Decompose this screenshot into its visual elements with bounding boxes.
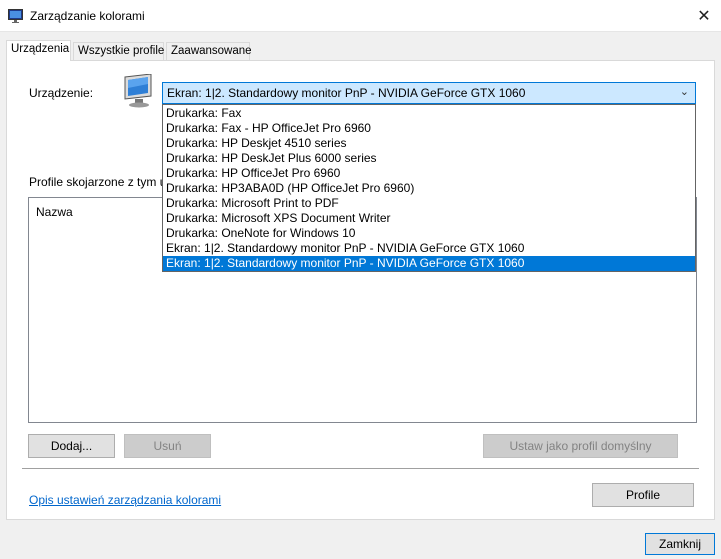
- close-button[interactable]: Zamknij: [645, 533, 715, 555]
- close-button-label: Zamknij: [658, 537, 701, 551]
- profiles-button-label: Profile: [625, 488, 660, 502]
- color-management-app-icon: [8, 9, 23, 23]
- title-bar: Zarządzanie kolorami ✕: [0, 0, 721, 32]
- dropdown-option[interactable]: Drukarka: Fax: [163, 106, 695, 121]
- device-label: Urządzenie:: [29, 86, 94, 100]
- dropdown-option[interactable]: Ekran: 1|2. Standardowy monitor PnP - NV…: [163, 241, 695, 256]
- column-header-name[interactable]: Nazwa: [36, 205, 73, 219]
- device-combobox-value: Ekran: 1|2. Standardowy monitor PnP - NV…: [167, 86, 526, 100]
- remove-button-label: Usuń: [153, 439, 182, 453]
- remove-button[interactable]: Usuń: [124, 434, 211, 458]
- associated-profiles-label: Profile skojarzone z tym u: [29, 175, 167, 189]
- tab-advanced-label: Zaawansowane: [171, 45, 252, 57]
- set-default-profile-button[interactable]: Ustaw jako profil domyślny: [483, 434, 678, 458]
- separator: [22, 468, 699, 469]
- dropdown-option[interactable]: Drukarka: OneNote for Windows 10: [163, 226, 695, 241]
- device-dropdown-list: Drukarka: Fax Drukarka: Fax - HP OfficeJ…: [162, 104, 696, 272]
- device-combobox[interactable]: Ekran: 1|2. Standardowy monitor PnP - NV…: [162, 82, 696, 104]
- tab-advanced[interactable]: Zaawansowane: [166, 42, 252, 60]
- chevron-down-icon: ⌄: [679, 86, 689, 98]
- tab-all-profiles-label: Wszystkie profile: [78, 45, 165, 57]
- window-close-button[interactable]: ✕: [687, 0, 721, 32]
- dropdown-option[interactable]: Drukarka: HP3ABA0D (HP OfficeJet Pro 696…: [163, 181, 695, 196]
- profiles-button[interactable]: Profile: [592, 483, 694, 507]
- tab-devices[interactable]: Urządzenia: [6, 40, 71, 61]
- monitor-icon: [124, 74, 152, 108]
- color-management-help-link[interactable]: Opis ustawień zarządzania kolorami: [29, 493, 221, 507]
- window-title: Zarządzanie kolorami: [30, 9, 145, 23]
- set-default-profile-button-label: Ustaw jako profil domyślny: [509, 439, 652, 453]
- dropdown-option[interactable]: Ekran: 1|2. Standardowy monitor PnP - NV…: [163, 256, 695, 271]
- close-icon: ✕: [697, 8, 711, 25]
- dropdown-option[interactable]: Drukarka: HP OfficeJet Pro 6960: [163, 166, 695, 181]
- dropdown-option[interactable]: Drukarka: HP Deskjet 4510 series: [163, 136, 695, 151]
- tab-devices-label: Urządzenia: [11, 43, 70, 55]
- add-button[interactable]: Dodaj...: [28, 434, 115, 458]
- dropdown-option[interactable]: Drukarka: Microsoft XPS Document Writer: [163, 211, 695, 226]
- dropdown-option[interactable]: Drukarka: Fax - HP OfficeJet Pro 6960: [163, 121, 695, 136]
- dropdown-option[interactable]: Drukarka: Microsoft Print to PDF: [163, 196, 695, 211]
- dropdown-option[interactable]: Drukarka: HP DeskJet Plus 6000 series: [163, 151, 695, 166]
- add-button-label: Dodaj...: [50, 439, 93, 453]
- tab-all-profiles[interactable]: Wszystkie profile: [73, 42, 164, 60]
